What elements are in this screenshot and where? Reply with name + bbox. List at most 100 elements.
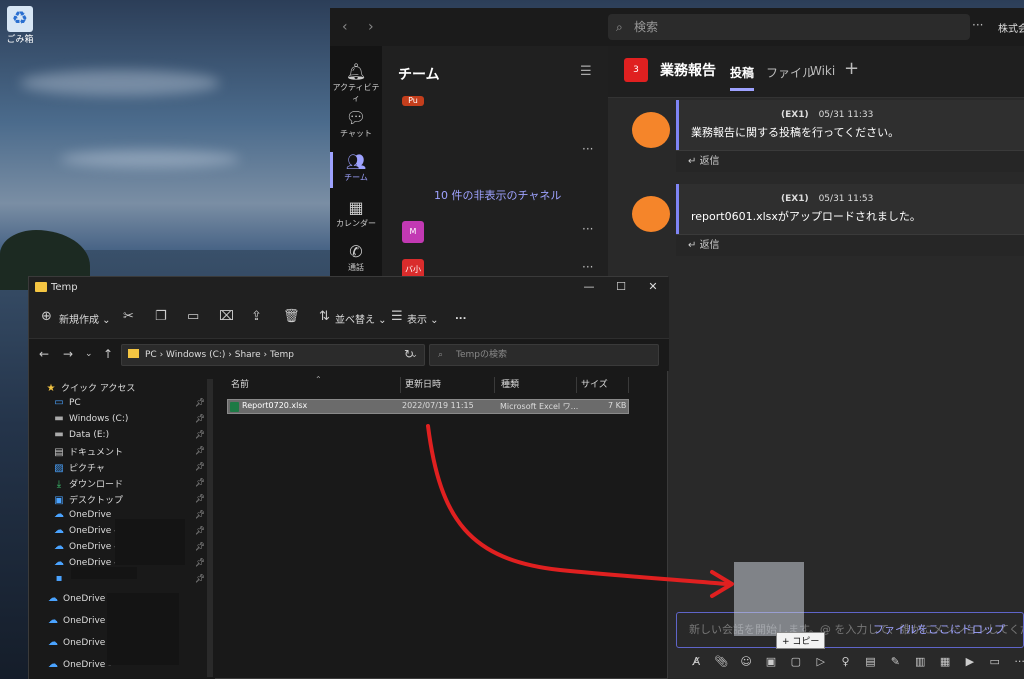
reply-button[interactable]: ↵ 返信 [676, 234, 1024, 256]
nav-item[interactable]: ▭ PC [53, 397, 80, 408]
tab-posts[interactable]: 投稿 [730, 64, 755, 91]
explorer-search-input[interactable]: ⌕ Tempの検索 [429, 344, 659, 366]
rail-calls[interactable]: ✆ 通話 [330, 242, 382, 273]
emoji-icon[interactable]: ☺ [734, 655, 759, 668]
channel-badge: 3 [624, 58, 648, 82]
delete-icon[interactable]: 🗑︎ [283, 309, 300, 324]
nav-item[interactable]: ⤓ ダウンロード [53, 477, 123, 490]
avatar[interactable] [632, 196, 670, 232]
paste-icon[interactable]: ▭ [187, 309, 199, 324]
updates-icon[interactable]: ✎ [883, 655, 908, 668]
nav-item[interactable]: ▪ [53, 573, 69, 584]
rail-teams[interactable]: 👥︎ チーム [330, 152, 382, 188]
recycle-bin[interactable]: ♻ ごみ箱 [4, 6, 36, 45]
nav-item[interactable]: ▤ ドキュメント [53, 445, 123, 458]
pin-icon[interactable]: 📌︎ [195, 510, 205, 519]
team-more-icon[interactable]: ··· [582, 260, 593, 274]
nav-item[interactable]: ▬ Windows (C:) [53, 413, 128, 424]
nav-item[interactable]: ☁ OneDrive - [47, 637, 111, 648]
column-name[interactable]: 名前 ⌃ [225, 375, 401, 393]
pin-icon[interactable]: 📌︎ [195, 526, 205, 535]
pin-icon[interactable]: 📌︎ [195, 494, 205, 503]
nav-item[interactable]: ☁ OneDrive - [53, 525, 117, 536]
team-more-icon[interactable]: ··· [582, 142, 593, 156]
refresh-icon[interactable]: ↻ [404, 347, 414, 361]
column-modified[interactable]: 更新日時 [399, 377, 495, 393]
minimize-icon[interactable]: — [579, 280, 599, 293]
word-icon[interactable]: ▥ [908, 655, 933, 668]
add-tab-icon[interactable]: + [844, 58, 859, 79]
pin-icon[interactable]: 📌︎ [195, 398, 205, 407]
maximize-icon[interactable]: ☐ [611, 280, 631, 293]
file-row[interactable]: Report0720.xlsx 2022/07/19 11:15 Microso… [227, 399, 629, 414]
back-icon[interactable]: ← [39, 347, 49, 361]
nav-item[interactable]: ★ クイック アクセス [45, 381, 136, 394]
format-icon[interactable]: A̸ [684, 655, 709, 668]
team-badge[interactable]: M [402, 221, 424, 243]
nav-item[interactable]: ☁ OneDrive - [47, 615, 111, 626]
nav-item-label: ドキュメント [69, 448, 124, 458]
nav-item[interactable]: ☁ OneDrive - [47, 593, 111, 604]
copy-icon[interactable]: ❐ [155, 309, 167, 324]
reply-button[interactable]: ↵ 返信 [676, 150, 1024, 172]
org-name[interactable]: 株式会 [998, 20, 1024, 35]
back-icon[interactable]: ‹ [342, 19, 356, 35]
pin-icon[interactable]: 📌︎ [195, 414, 205, 423]
rail-chat[interactable]: 💬︎ チャット [330, 108, 382, 139]
team-more-icon[interactable]: ··· [582, 222, 593, 236]
new-button[interactable]: 新規作成 ⌄ [59, 311, 111, 326]
more-apps-icon[interactable]: ··· [1007, 655, 1024, 668]
pin-icon[interactable]: 📌︎ [195, 478, 205, 487]
sticker-icon[interactable]: ▢ [783, 655, 808, 668]
avatar[interactable] [632, 112, 670, 148]
sort-button[interactable]: 並べ替え ⌄ [335, 311, 387, 326]
rail-activity[interactable]: 🔔︎ アクティビティ [330, 62, 382, 104]
share-icon[interactable]: ⇪ [251, 309, 262, 324]
nav-item[interactable]: ☁ OneDrive - [53, 541, 117, 552]
more-button[interactable]: ... [455, 311, 466, 322]
team-badge[interactable]: Pu [402, 96, 424, 106]
pin-icon[interactable]: 📌︎ [195, 574, 205, 583]
filter-icon[interactable]: ☰ [580, 64, 592, 79]
meet-icon[interactable]: ▷ [808, 655, 833, 668]
nav-scrollbar[interactable] [207, 379, 213, 677]
nav-item[interactable]: ☁ OneDrive - [47, 659, 111, 670]
pin-icon[interactable]: 📌︎ [195, 462, 205, 471]
nav-item[interactable]: ▬ Data (E:) [53, 429, 109, 440]
column-type[interactable]: 種類 [495, 377, 577, 393]
recent-icon[interactable]: ⌄ [85, 349, 93, 359]
address-input[interactable]: PC › Windows (C:) › Share › Temp ⌄ [121, 344, 425, 366]
pin-icon[interactable]: 📌︎ [195, 446, 205, 455]
teams-search-input[interactable]: ⌕ 検索 [608, 14, 970, 40]
forward-icon[interactable]: › [368, 19, 382, 35]
more-options-icon[interactable]: ··· [972, 18, 983, 32]
attach-icon[interactable]: 📎︎ [709, 655, 734, 668]
rename-icon[interactable]: ⌧ [219, 309, 234, 324]
praise-icon[interactable]: ♀ [833, 655, 858, 668]
excel-icon[interactable]: ▦ [933, 655, 958, 668]
nav-item-label: Data (E:) [69, 430, 110, 440]
nav-item[interactable]: ☁ OneDrive [53, 509, 111, 520]
nav-item[interactable]: ▣ デスクトップ [53, 493, 123, 506]
close-icon[interactable]: ✕ [643, 280, 663, 293]
gif-icon[interactable]: ▣ [759, 655, 784, 668]
tab-files[interactable]: ファイル [766, 64, 814, 81]
view-button[interactable]: 表示 ⌄ [407, 311, 439, 326]
cut-icon[interactable]: ✂ [123, 309, 134, 324]
file-explorer-window: Temp — ☐ ✕ ⊕ 新規作成 ⌄ ✂ ❐ ▭ ⌧ ⇪ 🗑︎ ⇅ 並べ替え … [28, 276, 669, 679]
tab-wiki[interactable]: Wiki [810, 64, 835, 78]
pin-icon[interactable]: 📌︎ [195, 558, 205, 567]
hidden-channels-link[interactable]: 10 件の非表示のチャネル [434, 187, 561, 203]
approvals-icon[interactable]: ▤ [858, 655, 883, 668]
forward-icon[interactable]: → [63, 347, 73, 361]
box-icon[interactable]: ▭ [982, 655, 1007, 668]
rail-calendar[interactable]: ▦ カレンダー [330, 198, 382, 229]
pin-icon[interactable]: 📌︎ [195, 430, 205, 439]
youtube-icon[interactable]: ▶ [957, 655, 982, 668]
nav-item-label: OneDrive - [63, 660, 112, 670]
column-size[interactable]: サイズ [575, 377, 629, 393]
nav-item[interactable]: ▨ ピクチャ [53, 461, 105, 474]
compose-input[interactable]: 新しい会話を開始します。@ を入力して、誰かにメンションしてください。 ファイル… [676, 612, 1024, 648]
pin-icon[interactable]: 📌︎ [195, 542, 205, 551]
up-icon[interactable]: ↑ [103, 347, 113, 361]
